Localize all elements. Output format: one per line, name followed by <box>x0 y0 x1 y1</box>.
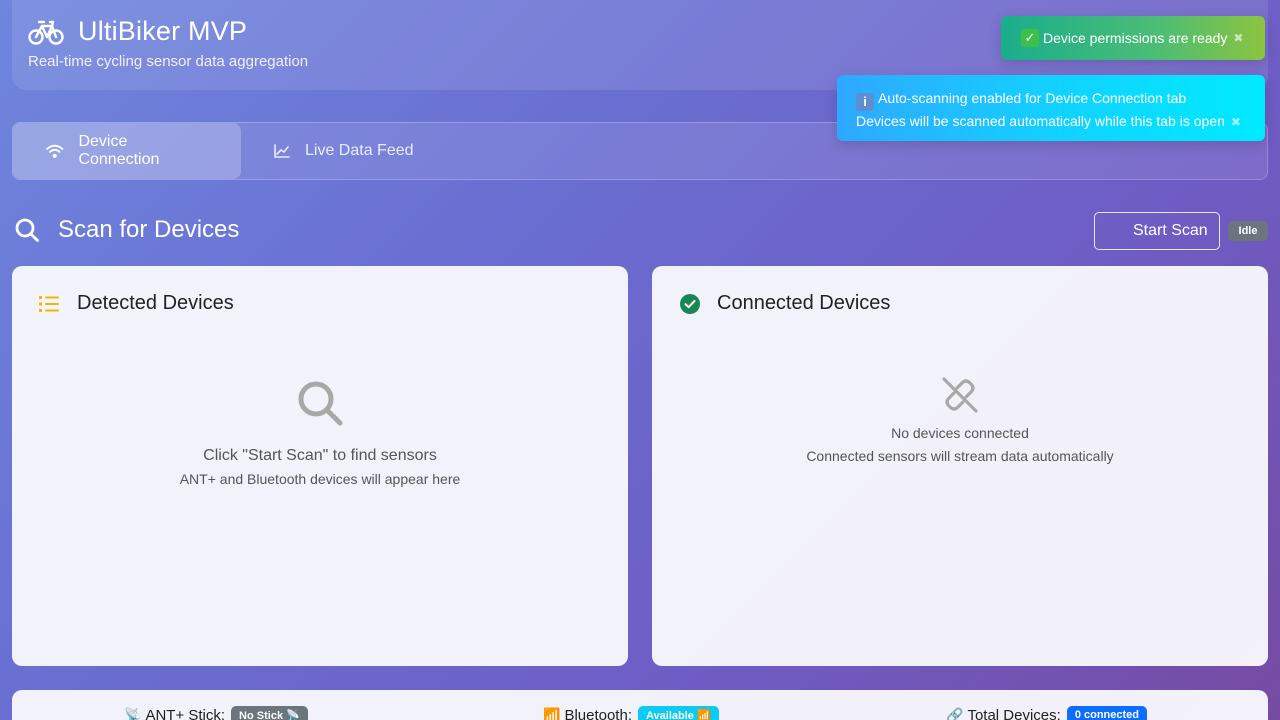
wifi-icon <box>46 144 64 158</box>
status-label: Bluetooth: <box>564 707 632 720</box>
ant-status: 📡 ANT+ Stick: No Stick 📡 <box>124 706 308 720</box>
info-icon: i <box>856 93 874 111</box>
card-title: Detected Devices <box>77 292 234 314</box>
empty-title: Click "Start Scan" to find sensors <box>203 447 437 464</box>
tab-live-data-feed[interactable]: Live Data Feed <box>241 123 446 179</box>
tab-label: Device Connection <box>78 133 160 168</box>
status-badge: No Stick 📡 <box>231 706 308 720</box>
satellite-icon: 📡 <box>124 707 142 720</box>
app-title: UltiBiker MVP <box>78 16 248 46</box>
chart-line-icon <box>274 144 290 158</box>
toast-message: Device permissions are ready <box>1043 30 1228 46</box>
list-icon <box>39 295 59 312</box>
status-bar: 📡 ANT+ Stick: No Stick 📡 📶 Bluetooth: Av… <box>12 690 1268 720</box>
link-icon: 🔗 <box>946 706 964 720</box>
permissions-toast: ✓ Device permissions are ready ✖ <box>1001 16 1265 60</box>
close-icon[interactable]: ✖ <box>1233 31 1243 45</box>
check-circle-icon <box>680 293 700 314</box>
detected-empty-state: Click "Start Scan" to find sensors ANT+ … <box>12 378 628 487</box>
scan-title: Scan for Devices <box>58 216 240 243</box>
card-header: Detected Devices <box>39 292 234 315</box>
brand: UltiBiker MVP <box>28 16 247 47</box>
close-icon[interactable]: ✖ <box>1231 115 1241 129</box>
start-scan-button[interactable]: Start Scan <box>1094 212 1220 250</box>
tab-label: Live Data Feed <box>305 142 414 159</box>
card-header: Connected Devices <box>679 292 890 315</box>
status-label: Total Devices: <box>967 706 1061 720</box>
search-icon <box>15 218 39 242</box>
status-badge: Available 📶 <box>638 706 719 720</box>
unlink-icon <box>942 377 978 413</box>
magnifier-icon <box>298 381 343 426</box>
bicycle-icon <box>28 20 64 45</box>
toast-message: Auto-scanning enabled for Device Connect… <box>878 90 1187 106</box>
signal-icon: 📶 <box>543 707 561 720</box>
empty-subtitle: ANT+ and Bluetooth devices will appear h… <box>179 471 461 487</box>
check-mark-icon: ✓ <box>1021 29 1039 47</box>
detected-devices-card: Detected Devices Click "Start Scan" to f… <box>12 266 628 666</box>
empty-title: No devices connected <box>891 425 1029 441</box>
empty-subtitle: Connected sensors will stream data autom… <box>806 448 1114 464</box>
total-devices-status: 🔗 Total Devices: 0 connected <box>946 706 1147 720</box>
connected-devices-card: Connected Devices No devices connected C… <box>652 266 1268 666</box>
card-title: Connected Devices <box>717 292 891 314</box>
app-subtitle: Real-time cycling sensor data aggregatio… <box>28 53 309 70</box>
status-label: ANT+ Stick: <box>145 707 226 720</box>
toast-message: Devices will be scanned automatically wh… <box>856 113 1225 129</box>
scan-status-badge: Idle <box>1228 221 1268 241</box>
scan-section-title: Scan for Devices <box>14 216 239 244</box>
status-badge: 0 connected <box>1066 706 1147 720</box>
toast-line-2: Devices will be scanned automatically wh… <box>856 111 1265 133</box>
connected-empty-state: No devices connected Connected sensors w… <box>652 376 1268 464</box>
toast-line-1: i Auto-scanning enabled for Device Connec… <box>856 88 1265 111</box>
bluetooth-status: 📶 Bluetooth: Available 📶 <box>543 706 719 720</box>
tab-device-connection[interactable]: Device Connection <box>13 123 241 179</box>
auto-scan-toast: i Auto-scanning enabled for Device Connec… <box>837 75 1265 141</box>
